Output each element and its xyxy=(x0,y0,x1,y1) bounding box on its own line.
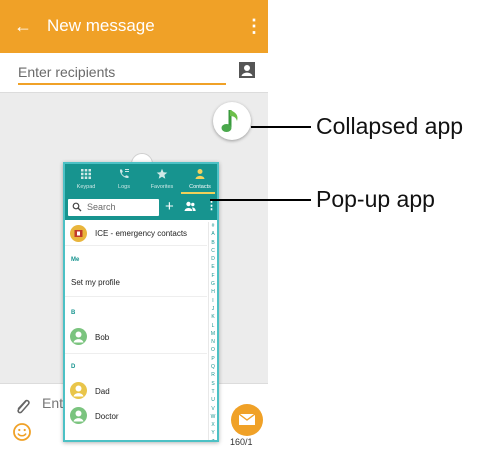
tab-label: Contacts xyxy=(189,184,211,190)
music-note-icon xyxy=(221,110,238,132)
search-placeholder: Search xyxy=(87,202,116,212)
list-item-contact[interactable]: Doctor xyxy=(65,405,207,427)
star-icon xyxy=(156,168,168,179)
contact-name: Dad xyxy=(95,387,110,396)
list-item-contact[interactable]: Bob xyxy=(65,326,207,348)
divider xyxy=(65,353,207,354)
tab-contacts[interactable]: Contacts xyxy=(181,164,217,194)
search-input[interactable]: Search xyxy=(68,199,159,216)
callout-line-popup xyxy=(210,199,311,201)
contact-name: Doctor xyxy=(95,412,119,421)
alphabet-index-letter[interactable]: N xyxy=(209,338,217,346)
ice-label: ICE - emergency contacts xyxy=(95,229,188,238)
tab-favorites[interactable]: Favorites xyxy=(143,164,181,194)
alphabet-index-letter[interactable]: I xyxy=(209,297,217,305)
popup-toolbar: Search + ⋮ xyxy=(65,194,217,220)
section-header-me: Me xyxy=(71,257,80,263)
divider xyxy=(65,296,207,297)
send-button[interactable] xyxy=(231,404,263,436)
section-header-d: D xyxy=(71,364,76,370)
list-item-contact[interactable]: Dad xyxy=(65,380,207,402)
alphabet-index-letter[interactable]: X xyxy=(209,421,217,429)
avatar xyxy=(70,382,87,399)
alphabet-index-letter[interactable]: C xyxy=(209,247,217,255)
character-counter: 160/1 xyxy=(230,437,253,447)
smiley-icon[interactable] xyxy=(12,422,32,442)
contact-card-icon[interactable] xyxy=(238,61,256,79)
tab-label: Logs xyxy=(118,184,130,190)
tab-label: Keypad xyxy=(76,184,96,190)
alphabet-index-letter[interactable]: A xyxy=(209,230,217,238)
alphabet-index-letter[interactable]: J xyxy=(209,305,217,313)
alphabet-index-letter[interactable]: P xyxy=(209,355,217,363)
alphabet-index-letter[interactable]: Z xyxy=(209,438,217,440)
recipients-input[interactable] xyxy=(18,61,226,85)
recipients-area xyxy=(0,53,268,93)
alphabet-index-letter[interactable]: M xyxy=(209,330,217,338)
person-avatar-icon xyxy=(73,410,84,422)
tab-logs[interactable]: Logs xyxy=(105,164,143,194)
page-title: New message xyxy=(47,16,155,35)
tab-keypad[interactable]: Keypad xyxy=(67,164,105,194)
popup-menu-button[interactable]: ⋮ xyxy=(206,199,217,214)
alphabet-index-letter[interactable]: O xyxy=(209,346,217,354)
alphabet-index-letter[interactable]: Q xyxy=(209,363,217,371)
collapsed-app-bubble[interactable] xyxy=(213,102,251,140)
alphabet-index-letter[interactable]: V xyxy=(209,405,217,413)
callout-popup-app: Pop-up app xyxy=(316,186,435,212)
contacts-list: ICE - emergency contacts Me Set my profi… xyxy=(65,220,207,440)
alphabet-index-letter[interactable]: B xyxy=(209,239,217,247)
alphabet-index-letter[interactable]: # xyxy=(209,222,217,230)
section-header-b: B xyxy=(71,310,76,316)
emergency-icon xyxy=(74,230,83,237)
alphabet-index-letter[interactable]: L xyxy=(209,322,217,330)
popup-app-window: Keypad Logs Favorites Contacts Search + … xyxy=(63,162,219,442)
alphabet-index-letter[interactable]: F xyxy=(209,272,217,280)
alphabet-index-letter[interactable]: R xyxy=(209,371,217,379)
search-icon xyxy=(72,202,82,212)
alphabet-index-letter[interactable]: G xyxy=(209,280,217,288)
alphabet-index-letter[interactable]: W xyxy=(209,413,217,421)
person-avatar-icon xyxy=(73,331,84,343)
tab-label: Favorites xyxy=(150,184,174,190)
alphabet-index-letter[interactable]: H xyxy=(209,288,217,296)
more-vert-icon[interactable]: ⋮ xyxy=(245,15,263,37)
alphabet-index-letter[interactable]: T xyxy=(209,388,217,396)
alphabet-index-letter[interactable]: K xyxy=(209,313,217,321)
callout-line-collapsed xyxy=(251,126,311,128)
ice-avatar xyxy=(70,225,87,242)
tab-bar: Keypad Logs Favorites Contacts xyxy=(65,164,217,194)
back-arrow-icon[interactable]: ← xyxy=(14,15,32,37)
send-mail-icon xyxy=(238,413,256,425)
app-bar: ← New message ⋮ xyxy=(0,0,268,53)
alphabet-index-letter[interactable]: E xyxy=(209,263,217,271)
groups-icon[interactable] xyxy=(184,201,196,212)
avatar xyxy=(70,407,87,424)
alphabet-index-letter[interactable]: U xyxy=(209,396,217,404)
person-avatar-icon xyxy=(73,385,84,397)
alphabet-index-letter[interactable]: Y xyxy=(209,429,217,437)
avatar xyxy=(70,328,87,345)
alphabet-index[interactable]: # A B C D E F G H I J K L M N O P Q R S T U V W X Y Z xyxy=(208,222,217,440)
contact-name: Bob xyxy=(95,333,110,342)
person-icon xyxy=(195,169,205,179)
alphabet-index-letter[interactable]: S xyxy=(209,380,217,388)
alphabet-index-letter[interactable]: D xyxy=(209,255,217,263)
callout-collapsed-app: Collapsed app xyxy=(316,113,464,139)
phone-log-icon xyxy=(119,169,129,179)
set-profile-item[interactable]: Set my profile xyxy=(71,278,120,287)
phone-screen: ← New message ⋮ Enter recipients Ente 16… xyxy=(0,0,268,449)
list-item-ice[interactable]: ICE - emergency contacts xyxy=(65,222,207,246)
add-contact-button[interactable]: + xyxy=(165,198,174,215)
paperclip-icon[interactable] xyxy=(14,396,32,416)
keypad-icon xyxy=(81,169,91,179)
